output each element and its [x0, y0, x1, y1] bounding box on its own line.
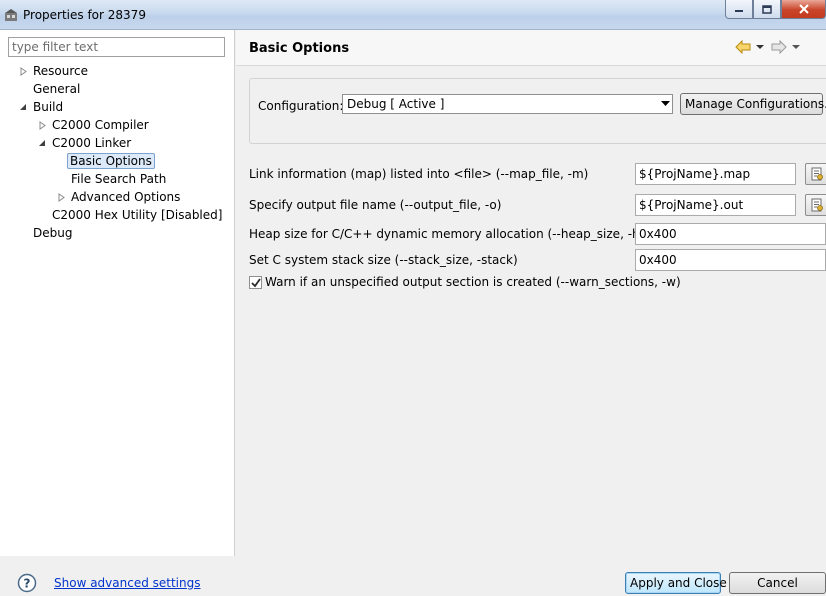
collapse-arrow-icon[interactable]	[18, 98, 28, 116]
tree-item-c2000-linker[interactable]: C2000 Linker	[37, 134, 133, 152]
stack-size-input[interactable]: 0x400	[635, 249, 826, 271]
apply-and-close-button[interactable]: Apply and Close	[625, 572, 727, 594]
property-tree-panel: Resource General Build C2000 Compiler C2…	[0, 30, 235, 556]
tree-item-basic-options[interactable]: Basic Options	[67, 152, 155, 170]
svg-text:?: ?	[24, 577, 31, 591]
configuration-select[interactable]: Debug [ Active ]	[342, 94, 673, 114]
map-file-input[interactable]: ${ProjName}.map	[635, 163, 796, 185]
tree-item-advanced-options[interactable]: Advanced Options	[56, 188, 182, 206]
stack-size-label: Set C system stack size (--stack_size, -…	[249, 253, 518, 267]
chevron-down-icon	[660, 98, 670, 110]
output-file-input[interactable]: ${ProjName}.out	[635, 194, 796, 216]
minimize-icon	[735, 10, 743, 12]
tree-label-basic-options: Basic Options	[67, 153, 155, 169]
tree-label-c2000-compiler: C2000 Compiler	[52, 118, 149, 132]
tree-label-general: General	[33, 82, 81, 96]
history-navigation	[735, 39, 802, 55]
tree-label-build: Build	[33, 100, 64, 114]
filter-input[interactable]	[8, 37, 225, 57]
output-file-label: Specify output file name (--output_file,…	[249, 198, 502, 212]
tree-label-advanced-options: Advanced Options	[71, 190, 181, 204]
configuration-selected-value: Debug [ Active ]	[347, 97, 445, 111]
back-dropdown-icon[interactable]	[754, 42, 766, 52]
manage-configurations-button[interactable]: Manage Configurations...	[680, 93, 826, 115]
heap-size-label: Heap size for C/C++ dynamic memory alloc…	[249, 227, 667, 241]
tree-item-general[interactable]: General	[31, 80, 82, 98]
configuration-group: Configuration: Debug [ Active ] Manage C…	[249, 78, 826, 144]
minimize-button[interactable]	[725, 0, 753, 19]
tree-item-debug[interactable]: Debug	[31, 224, 74, 242]
dialog-footer: ? Show advanced settings Apply and Close…	[0, 556, 826, 596]
cancel-button[interactable]: Cancel	[729, 572, 826, 594]
heap-size-input[interactable]: 0x400	[635, 223, 826, 245]
help-icon[interactable]: ?	[17, 573, 37, 593]
map-file-browse-button[interactable]	[805, 163, 826, 185]
tree-item-file-search-path[interactable]: File Search Path	[69, 170, 168, 188]
eclipse-app-icon	[5, 9, 17, 21]
configuration-label: Configuration:	[258, 99, 344, 113]
expand-arrow-icon[interactable]	[18, 62, 28, 80]
tree-item-build[interactable]: Build	[18, 98, 65, 116]
warn-sections-checkbox[interactable]	[249, 276, 262, 289]
tree-label-file-search-path: File Search Path	[71, 172, 167, 186]
forward-arrow-icon[interactable]	[771, 40, 787, 54]
checkmark-icon	[250, 277, 261, 287]
tree-label-resource: Resource	[33, 64, 89, 78]
forward-dropdown-icon[interactable]	[790, 42, 802, 52]
maximize-icon	[762, 4, 772, 14]
map-file-label: Link information (map) listed into <file…	[249, 167, 589, 181]
warn-sections-label: Warn if an unspecified output section is…	[265, 275, 681, 289]
back-arrow-icon[interactable]	[735, 40, 751, 54]
tree-item-c2000-compiler[interactable]: C2000 Compiler	[37, 116, 151, 134]
close-icon	[798, 4, 809, 14]
tree-label-debug: Debug	[33, 226, 73, 240]
close-button[interactable]	[781, 0, 826, 19]
tree-item-resource[interactable]: Resource	[18, 62, 90, 80]
tree-item-hex-utility[interactable]: C2000 Hex Utility [Disabled]	[50, 206, 224, 224]
show-advanced-settings-link[interactable]: Show advanced settings	[54, 576, 201, 590]
page-header: Basic Options	[236, 30, 826, 66]
expand-arrow-icon[interactable]	[37, 116, 47, 134]
variables-icon	[811, 198, 823, 212]
page-title: Basic Options	[249, 41, 350, 56]
tree-label-c2000-linker: C2000 Linker	[52, 136, 132, 150]
variables-icon	[811, 167, 823, 181]
title-bar: Properties for 28379	[0, 0, 826, 30]
properties-content-panel: Basic Options Configuration: Debug [ Act…	[236, 30, 826, 556]
window-controls	[725, 0, 826, 20]
tree-label-hex-utility: C2000 Hex Utility [Disabled]	[52, 208, 223, 222]
collapse-arrow-icon[interactable]	[37, 134, 47, 152]
output-file-browse-button[interactable]	[805, 194, 826, 216]
maximize-button[interactable]	[753, 0, 781, 19]
expand-arrow-icon[interactable]	[56, 188, 66, 206]
window-title: Properties for 28379	[23, 8, 146, 22]
